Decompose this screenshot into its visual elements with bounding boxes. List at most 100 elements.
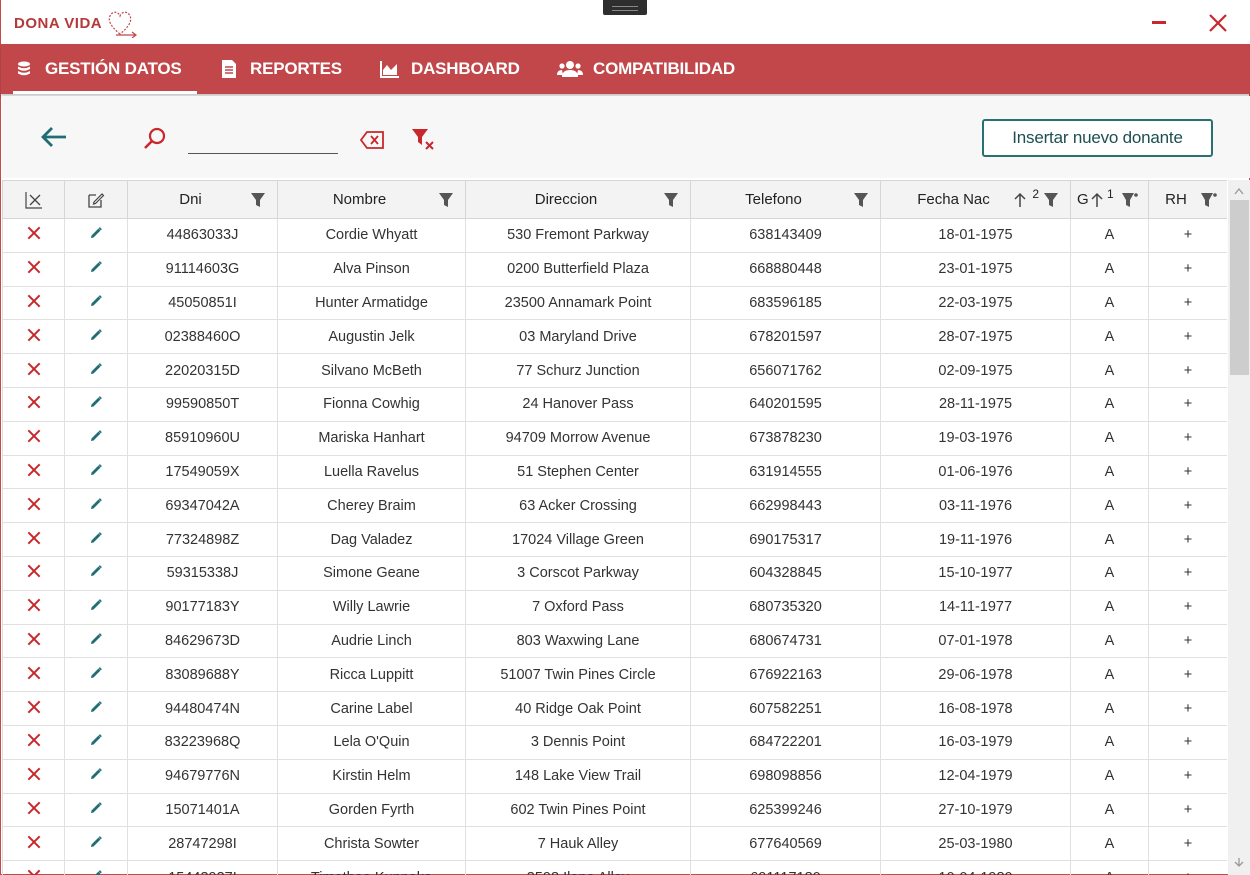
table-row[interactable]: 15443937ITimotheo Kunneke3598 Ilene Alle… — [2, 860, 1227, 875]
delete-row-button[interactable] — [2, 555, 65, 591]
cell-telefono[interactable]: 683596185 — [690, 285, 881, 321]
cell-grupo[interactable]: A — [1070, 353, 1149, 388]
cell-fecha-nac[interactable]: 10-04-1980 — [880, 860, 1071, 875]
table-row[interactable]: 91114603G Alva Pinson 0200 Butterfield Pla… — [2, 251, 1227, 287]
cell-direccion[interactable]: 3598 Ilene Alley — [465, 860, 691, 875]
table-row[interactable]: 45050851I Hunter Armatidge 23500 Annamark … — [2, 285, 1227, 321]
cell-nombre[interactable]: Kirstin Helm — [277, 758, 466, 794]
table-row[interactable]: 83089688Y Ricca Luppitt 51007 Twin Pines C… — [2, 657, 1227, 693]
cell-direccion[interactable]: 0200 Butterfield Plaza — [465, 251, 691, 287]
back-button[interactable] — [38, 121, 70, 153]
cell-direccion[interactable]: 51 Stephen Center — [465, 454, 691, 490]
cell-telefono[interactable]: 604328845 — [690, 555, 881, 591]
cell-telefono[interactable]: 607582251 — [690, 691, 881, 726]
cell-dni[interactable]: 77324898Z — [127, 522, 278, 557]
edit-row-button[interactable] — [64, 251, 128, 287]
delete-row-button[interactable] — [2, 589, 65, 625]
table-row[interactable]: 90177183Y Willy Lawrie 7 Oxford Pass 680735… — [2, 589, 1227, 625]
edit-row-button[interactable] — [64, 826, 128, 862]
cell-telefono[interactable]: 640201595 — [690, 386, 881, 422]
select-column-header[interactable] — [2, 180, 65, 219]
cell-grupo[interactable]: A — [1070, 758, 1149, 794]
edit-row-button[interactable] — [64, 454, 128, 490]
cell-telefono[interactable]: 668880448 — [690, 251, 881, 287]
table-row[interactable]: 44863033J Cordie Whyatt 530 Fremont Parkwa… — [2, 218, 1227, 253]
table-row[interactable]: 59315338J Simone Geane 3 Corscot Parkway 60… — [2, 555, 1227, 591]
cell-grupo[interactable]: A — [1070, 420, 1149, 456]
cell-rh[interactable]: + — [1148, 860, 1227, 875]
cell-nombre[interactable]: Ricca Luppitt — [277, 657, 466, 693]
cell-direccion[interactable]: 51007 Twin Pines Circle — [465, 657, 691, 693]
cell-telefono[interactable]: 662998443 — [690, 488, 881, 524]
cell-fecha-nac[interactable]: 15-10-1977 — [880, 555, 1071, 591]
cell-dni[interactable]: 90177183Y — [127, 589, 278, 625]
cell-direccion[interactable]: 17024 Village Green — [465, 522, 691, 557]
cell-fecha-nac[interactable]: 12-04-1979 — [880, 758, 1071, 794]
cell-telefono[interactable]: 625399246 — [690, 792, 881, 828]
cell-grupo[interactable]: A — [1070, 657, 1149, 693]
cell-dni[interactable]: 83223968Q — [127, 724, 278, 760]
column-header-fecha-nac[interactable]: Fecha Nac 2 — [880, 180, 1071, 219]
edit-row-button[interactable] — [64, 353, 128, 388]
table-row[interactable]: 17549059X Luella Ravelus 51 Stephen Center… — [2, 454, 1227, 490]
cell-rh[interactable]: + — [1148, 724, 1227, 760]
filter-active-icon[interactable] — [1122, 192, 1138, 208]
cell-direccion[interactable]: 24 Hanover Pass — [465, 386, 691, 422]
search-input[interactable] — [188, 128, 338, 154]
cell-fecha-nac[interactable]: 25-03-1980 — [880, 826, 1071, 862]
column-header-grupo[interactable]: G 1 — [1070, 180, 1149, 219]
cell-direccion[interactable]: 3 Corscot Parkway — [465, 555, 691, 591]
filter-icon[interactable] — [664, 192, 678, 208]
edit-row-button[interactable] — [64, 758, 128, 794]
edit-row-button[interactable] — [64, 623, 128, 659]
column-header-dni[interactable]: Dni — [127, 180, 278, 219]
cell-fecha-nac[interactable]: 07-01-1978 — [880, 623, 1071, 659]
table-row[interactable]: 99590850T Fionna Cowhig 24 Hanover Pass 640… — [2, 386, 1227, 422]
delete-row-button[interactable] — [2, 488, 65, 524]
delete-row-button[interactable] — [2, 251, 65, 287]
cell-dni[interactable]: 22020315D — [127, 353, 278, 388]
delete-row-button[interactable] — [2, 691, 65, 726]
clear-search-button[interactable] — [359, 130, 385, 150]
filter-active-icon[interactable] — [1201, 192, 1217, 208]
edit-row-button[interactable] — [64, 319, 128, 355]
table-row[interactable]: 85910960U Mariska Hanhart 94709 Morrow Ave… — [2, 420, 1227, 456]
cell-telefono[interactable]: 691117180 — [690, 860, 881, 875]
cell-direccion[interactable]: 23500 Annamark Point — [465, 285, 691, 321]
cell-telefono[interactable]: 677640569 — [690, 826, 881, 862]
table-row[interactable]: 02388460O Augustin Jelk 03 Maryland Drive 6… — [2, 319, 1227, 355]
cell-fecha-nac[interactable]: 18-01-1975 — [880, 218, 1071, 253]
cell-direccion[interactable]: 03 Maryland Drive — [465, 319, 691, 355]
cell-direccion[interactable]: 94709 Morrow Avenue — [465, 420, 691, 456]
cell-rh[interactable]: + — [1148, 251, 1227, 287]
cell-rh[interactable]: + — [1148, 792, 1227, 828]
cell-dni[interactable]: 59315338J — [127, 555, 278, 591]
cell-telefono[interactable]: 678201597 — [690, 319, 881, 355]
table-row[interactable]: 28747298I Christa Sowter 7 Hauk Alley 67764… — [2, 826, 1227, 862]
scrollbar-thumb[interactable] — [1230, 200, 1249, 375]
cell-rh[interactable]: + — [1148, 420, 1227, 456]
cell-nombre[interactable]: Cherey Braim — [277, 488, 466, 524]
cell-telefono[interactable]: 684722201 — [690, 724, 881, 760]
cell-fecha-nac[interactable]: 16-08-1978 — [880, 691, 1071, 726]
delete-row-button[interactable] — [2, 285, 65, 321]
cell-telefono[interactable]: 656071762 — [690, 353, 881, 388]
cell-direccion[interactable]: 63 Acker Crossing — [465, 488, 691, 524]
cell-dni[interactable]: 15071401A — [127, 792, 278, 828]
cell-grupo[interactable]: A — [1070, 454, 1149, 490]
cell-nombre[interactable]: Silvano McBeth — [277, 353, 466, 388]
cell-dni[interactable]: 84629673D — [127, 623, 278, 659]
cell-nombre[interactable]: Timotheo Kunneke — [277, 860, 466, 875]
delete-row-button[interactable] — [2, 454, 65, 490]
cell-telefono[interactable]: 676922163 — [690, 657, 881, 693]
cell-dni[interactable]: 02388460O — [127, 319, 278, 355]
cell-rh[interactable]: + — [1148, 454, 1227, 490]
table-row[interactable]: 22020315D Silvano McBeth 77 Schurz Junctio… — [2, 353, 1227, 388]
cell-dni[interactable]: 44863033J — [127, 218, 278, 253]
column-header-telefono[interactable]: Telefono — [690, 180, 881, 219]
edit-row-button[interactable] — [64, 860, 128, 875]
cell-direccion[interactable]: 7 Hauk Alley — [465, 826, 691, 862]
filter-icon[interactable] — [251, 192, 265, 208]
cell-rh[interactable]: + — [1148, 826, 1227, 862]
cell-rh[interactable]: + — [1148, 386, 1227, 422]
